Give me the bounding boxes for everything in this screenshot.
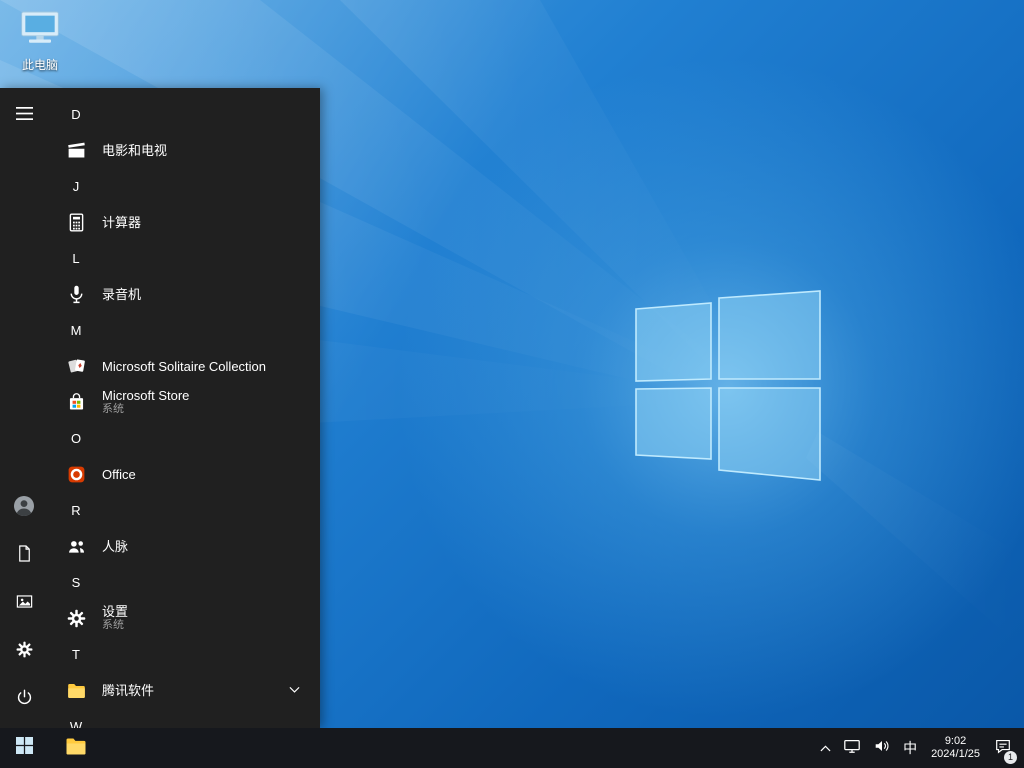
section-letter[interactable]: T — [58, 636, 94, 672]
start-menu-app-list: D 电影和电视 J 计算器 L 录音机 M Microsoft Solitair… — [48, 88, 320, 728]
section-letter[interactable]: J — [58, 168, 94, 204]
show-hidden-icons-button[interactable] — [814, 728, 837, 768]
system-tray: 中 9:02 2024/1/25 1 — [814, 728, 1024, 768]
file-explorer-button[interactable] — [54, 728, 98, 768]
movies-tv-icon — [58, 132, 94, 168]
app-item-settings[interactable]: 设置 系统 — [48, 600, 320, 636]
network-status-button[interactable] — [837, 728, 867, 768]
folder-icon — [58, 672, 94, 708]
desktop-icon-this-pc[interactable]: 此电脑 — [12, 10, 68, 73]
this-pc-icon — [18, 10, 62, 52]
hamburger-icon — [15, 106, 33, 125]
office-icon — [58, 456, 94, 492]
section-letter[interactable]: R — [58, 492, 94, 528]
start-menu: D 电影和电视 J 计算器 L 录音机 M Microsoft Solitair… — [0, 88, 320, 728]
pictures-icon — [15, 592, 34, 616]
power-icon — [15, 688, 34, 712]
pictures-button[interactable] — [0, 580, 48, 628]
section-letter[interactable]: D — [58, 96, 94, 132]
volume-icon — [873, 737, 891, 760]
voice-recorder-icon — [58, 276, 94, 312]
app-label: 人脉 — [102, 538, 129, 554]
clock-time: 9:02 — [944, 735, 967, 747]
settings-gear-icon — [58, 600, 94, 636]
app-sublabel: 系统 — [102, 403, 124, 415]
power-button[interactable] — [0, 676, 48, 724]
start-menu-rail — [0, 88, 48, 728]
user-account-button[interactable] — [0, 484, 48, 532]
section-header-m: M — [48, 312, 320, 348]
app-item-office[interactable]: Office — [48, 456, 320, 492]
windows-logo-icon — [15, 737, 33, 759]
windows-logo — [635, 290, 821, 481]
clock[interactable]: 9:02 2024/1/25 — [923, 728, 988, 768]
chevron-up-icon — [820, 739, 831, 757]
start-button[interactable] — [0, 728, 48, 768]
app-item-microsoft-store[interactable]: Microsoft Store 系统 — [48, 384, 320, 420]
ime-indicator[interactable]: 中 — [897, 728, 923, 768]
volume-button[interactable] — [867, 728, 897, 768]
documents-button[interactable] — [0, 532, 48, 580]
app-item-movies-tv[interactable]: 电影和电视 — [48, 132, 320, 168]
section-header-d: D — [48, 96, 320, 132]
app-sublabel: 系统 — [102, 619, 124, 631]
documents-icon — [15, 544, 34, 568]
app-label: Microsoft Store — [102, 388, 190, 403]
section-letter[interactable]: W — [58, 708, 94, 729]
app-label: Office — [102, 466, 136, 482]
section-letter[interactable]: O — [58, 420, 94, 456]
app-label: 计算器 — [102, 214, 142, 230]
user-avatar-icon — [12, 494, 36, 523]
desktop-icon-label: 此电脑 — [21, 58, 58, 72]
clock-date: 2024/1/25 — [931, 748, 980, 760]
app-item-voice-recorder[interactable]: 录音机 — [48, 276, 320, 312]
app-label: 设置 — [102, 604, 129, 619]
section-header-o: O — [48, 420, 320, 456]
expand-menu-button[interactable] — [0, 92, 48, 140]
section-header-w: W — [48, 708, 320, 729]
section-letter[interactable]: M — [58, 312, 94, 348]
file-explorer-icon — [64, 734, 88, 763]
app-label: 腾讯软件 — [102, 682, 155, 698]
chevron-down-icon[interactable] — [289, 686, 300, 694]
solitaire-icon — [58, 348, 94, 384]
app-item-tencent-folder[interactable]: 腾讯软件 — [48, 672, 320, 708]
app-item-calculator[interactable]: 计算器 — [48, 204, 320, 240]
windows-desktop-screen: 此电脑 D 电影和电视 J 计算器 L 录音机 M Microsoft Soli… — [0, 0, 1024, 768]
app-label: 电影和电视 — [102, 142, 168, 158]
section-header-t: T — [48, 636, 320, 672]
calculator-icon — [58, 204, 94, 240]
section-header-l: L — [48, 240, 320, 276]
app-label: 录音机 — [102, 286, 142, 302]
section-header-r: R — [48, 492, 320, 528]
notification-badge: 1 — [1004, 751, 1017, 764]
settings-button[interactable] — [0, 628, 48, 676]
network-icon — [843, 737, 861, 760]
app-label: Microsoft Solitaire Collection — [102, 358, 267, 374]
action-center-button[interactable]: 1 — [988, 728, 1018, 768]
app-item-solitaire[interactable]: Microsoft Solitaire Collection — [48, 348, 320, 384]
section-header-j: J — [48, 168, 320, 204]
section-letter[interactable]: L — [58, 240, 94, 276]
section-letter[interactable]: S — [58, 564, 94, 600]
settings-gear-icon — [15, 640, 34, 664]
app-item-people[interactable]: 人脉 — [48, 528, 320, 564]
people-icon — [58, 528, 94, 564]
section-header-s: S — [48, 564, 320, 600]
taskbar: 中 9:02 2024/1/25 1 — [0, 728, 1024, 768]
store-icon — [58, 384, 94, 420]
